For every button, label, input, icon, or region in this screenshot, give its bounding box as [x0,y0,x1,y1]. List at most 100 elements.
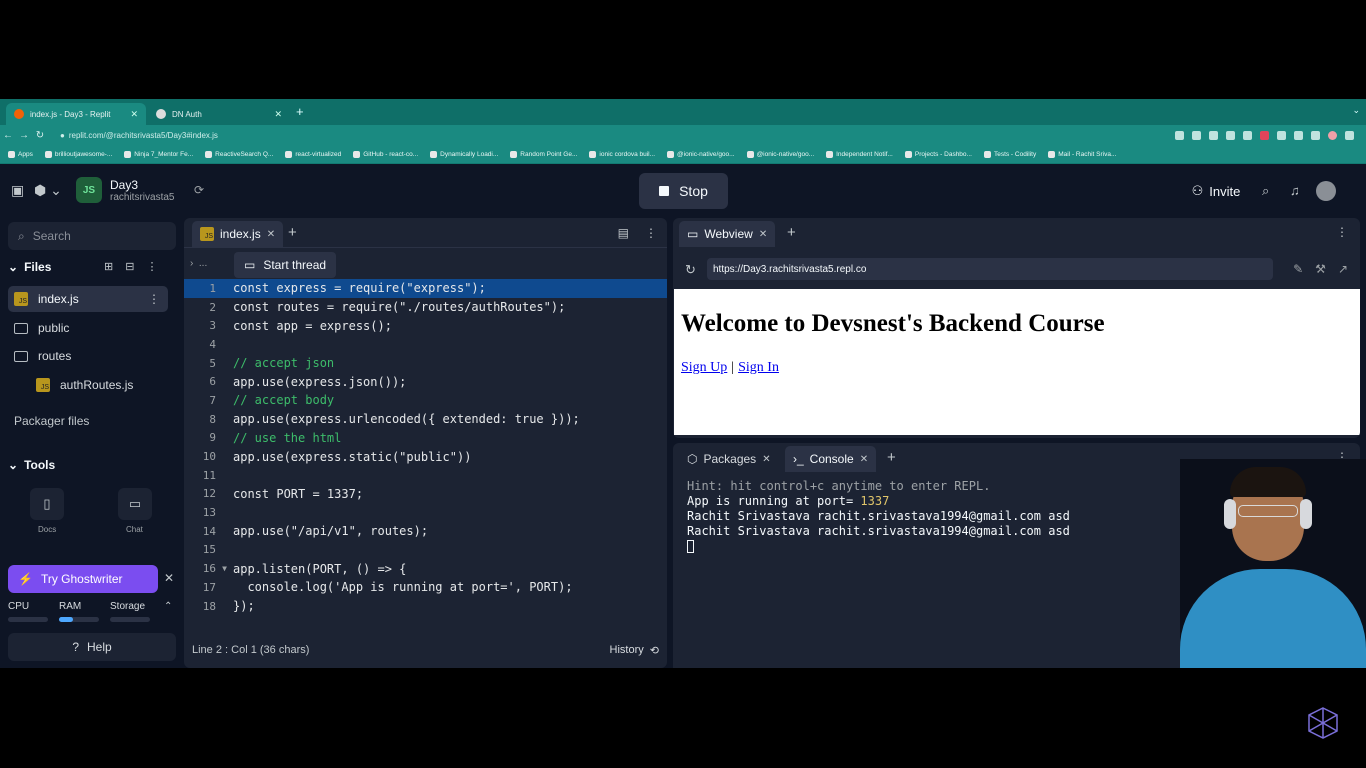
project-name[interactable]: Day3 [110,178,138,192]
browser-tab-active[interactable]: index.js - Day3 - Replit ✕ [6,103,146,125]
bell-icon[interactable]: ♫ [1290,183,1300,198]
bookmark-item[interactable]: brillioutjawesome-... [44,150,112,158]
kebab-icon[interactable]: ⋮ [146,260,157,273]
file-item-index-js[interactable]: JS index.js ⋮ [8,286,168,312]
tab-console[interactable]: ›_ Console ✕ [785,446,877,472]
code-line[interactable]: 9 // use the html [184,429,667,448]
close-icon[interactable]: ✕ [860,454,868,465]
tab-packages[interactable]: ⬡ Packages ✕ [679,446,779,472]
add-tab-icon[interactable]: + [887,449,896,466]
tools-section-header[interactable]: ⌄ Tools [8,458,55,472]
code-area[interactable]: 1 const express = require("express"); 2 con… [184,279,667,615]
devtools-icon[interactable]: ⚒ [1315,262,1326,276]
bookmark-item[interactable]: Mail - Rachit Sriva... [1048,150,1116,158]
bookmark-item[interactable]: Apps [8,150,33,158]
repl-language-icon[interactable]: JS [76,177,102,203]
edit-icon[interactable]: ✎ [1293,262,1303,276]
folder-item-routes[interactable]: routes [8,343,168,369]
close-icon[interactable]: ✕ [274,109,282,120]
new-folder-icon[interactable]: ⊟ [125,260,134,273]
bookmark-item[interactable]: Independent Notif... [826,150,893,158]
ghostwriter-button[interactable]: ⚡ Try Ghostwriter [8,565,158,593]
add-tab-icon[interactable]: + [787,224,796,241]
code-line[interactable]: 3 const app = express(); [184,316,667,335]
sign-up-link[interactable]: Sign Up [681,360,727,375]
bookmark-item[interactable]: Projects - Dashbo... [904,150,972,158]
kebab-icon[interactable]: ⋮ [645,226,657,240]
bookmark-item[interactable]: ReactiveSearch Q... [205,150,273,158]
new-file-icon[interactable]: ⊞ [104,260,113,273]
bookmark-item[interactable]: Tests - Codility [983,150,1036,158]
forward-icon[interactable]: → [16,130,32,141]
history-button[interactable]: History ⟲ [610,644,659,657]
code-line[interactable]: 1 const express = require("express"); [184,279,667,298]
kebab-icon[interactable]: ⋮ [148,292,160,306]
code-line[interactable]: 11 [184,466,667,485]
files-section-header[interactable]: ⌄ Files [8,260,51,274]
code-line[interactable]: 12 const PORT = 1337; [184,485,667,504]
code-line[interactable]: 14 app.use("/api/v1", routes); [184,522,667,541]
bookmark-item[interactable]: @ionic-native/goo... [667,150,735,158]
bookmark-item[interactable]: Dynamically Loadi... [430,150,498,158]
profile-avatar[interactable] [1328,130,1337,140]
docs-tool-button[interactable]: ▯ [30,488,64,520]
back-icon[interactable]: ← [0,130,16,141]
webview-url-input[interactable]: https://Day3.rachitsrivasta5.repl.co [707,258,1273,280]
close-icon[interactable]: ✕ [267,229,275,240]
bookmark-item[interactable]: ionic cordova buil... [589,150,655,158]
code-line[interactable]: 16 ▼ app.listen(PORT, () => { [184,559,667,578]
code-line[interactable]: 17 console.log('App is running at port='… [184,578,667,597]
code-line[interactable]: 4 [184,335,667,354]
sidebar-toggle-icon[interactable]: ▣ [11,182,24,199]
project-owner[interactable]: rachitsrivasta5 [110,192,174,203]
reload-icon[interactable]: ↻ [685,262,696,278]
search-input[interactable]: ⌕ Search [8,222,176,250]
tab-webview[interactable]: ▭ Webview ✕ [679,221,776,247]
file-item-authroutes-js[interactable]: JS authRoutes.js [30,372,168,398]
code-line[interactable]: 13 [184,503,667,522]
add-tab-icon[interactable]: + [288,224,297,241]
console-output[interactable]: Hint: hit control+c anytime to enter REP… [687,479,1070,554]
stop-button[interactable]: Stop [639,173,728,209]
sidepanel-icon[interactable] [1311,130,1320,140]
extension-icon[interactable] [1209,130,1218,140]
help-button[interactable]: ? Help [8,633,176,661]
code-line[interactable]: 7 // accept body [184,391,667,410]
kebab-icon[interactable]: ⋮ [1336,225,1348,239]
extension-icon[interactable] [1260,130,1269,140]
browser-tab[interactable]: DN Auth ✕ [148,103,290,125]
chevron-up-icon[interactable]: ⌃ [164,601,172,612]
search-icon[interactable]: ⌕ [1262,183,1269,199]
folder-item-public[interactable]: public [8,315,168,341]
chat-tool-button[interactable]: ▭ [118,488,152,520]
open-external-icon[interactable]: ↗ [1338,262,1348,276]
new-tab-icon[interactable]: + [296,104,304,119]
sign-in-link[interactable]: Sign In [738,360,779,375]
star-icon[interactable] [1243,130,1252,140]
code-line[interactable]: 6 app.use(express.json()); [184,372,667,391]
tab-index-js[interactable]: JS index.js ✕ [192,221,284,247]
extension-icon[interactable] [1226,130,1235,140]
address-bar[interactable]: ● replit.com/@rachitsrivasta5/Day3#index… [54,128,1134,142]
layout-icon[interactable]: ▤ [618,226,629,240]
share-icon[interactable] [1175,130,1184,140]
code-line[interactable]: 18}); [184,597,667,616]
bookmark-item[interactable]: @ionic-native/goo... [746,150,814,158]
close-icon[interactable]: ✕ [762,454,770,465]
code-line[interactable]: 10 app.use(express.static("public")) [184,447,667,466]
close-icon[interactable]: ✕ [130,109,138,120]
bookmark-item[interactable]: react-virtualized [285,150,341,158]
bookmark-item[interactable]: Random Point Ge... [510,150,577,158]
replit-menu-icon[interactable]: ⬢ ⌄ [34,182,62,199]
bookmark-item[interactable]: GitHub - react-co... [353,150,418,158]
code-line[interactable]: 2 const routes = require("./routes/authRo… [184,298,667,317]
menu-icon[interactable] [1345,130,1354,140]
puzzle-icon[interactable] [1294,130,1303,140]
fold-gutter[interactable]: ▼ [216,564,233,573]
code-line[interactable]: 5 // accept json [184,354,667,373]
start-thread-button[interactable]: ▭ Start thread [234,252,337,278]
console-prompt[interactable] [687,539,1070,554]
code-line[interactable]: 15 [184,541,667,560]
close-icon[interactable]: ✕ [759,229,767,240]
packager-files-label[interactable]: Packager files [14,414,89,428]
